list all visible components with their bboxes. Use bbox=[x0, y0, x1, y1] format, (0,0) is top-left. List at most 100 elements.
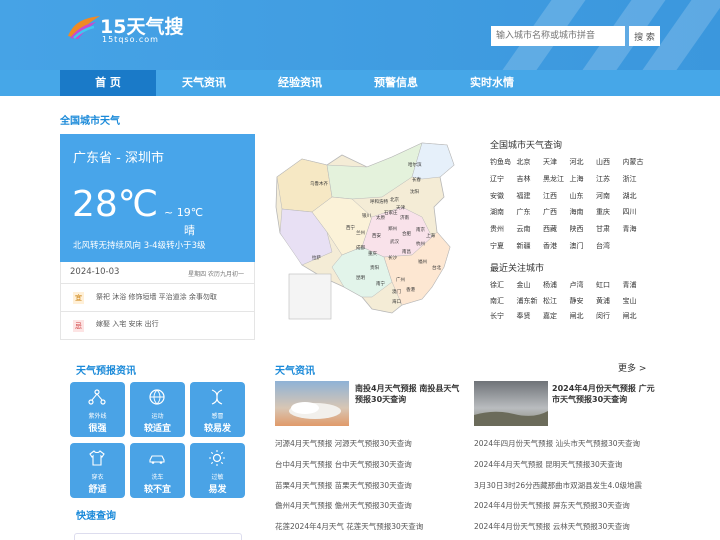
city-link[interactable]: 广东 bbox=[517, 207, 531, 217]
svg-text:太原: 太原 bbox=[376, 214, 385, 221]
city-link[interactable]: 江西 bbox=[543, 191, 557, 201]
city-link[interactable]: 香港 bbox=[543, 241, 557, 251]
city-link[interactable]: 重庆 bbox=[596, 207, 610, 217]
svg-text:上海: 上海 bbox=[426, 232, 435, 239]
quick-search-box[interactable] bbox=[74, 533, 242, 540]
recent-city-link[interactable]: 徐汇 bbox=[490, 280, 504, 290]
news-thumbnail-cloudy-landscape[interactable] bbox=[474, 381, 548, 426]
city-link[interactable]: 天津 bbox=[543, 157, 557, 167]
city-link[interactable]: 西藏 bbox=[543, 224, 557, 234]
news-link[interactable]: 2024年4月份天气预报 屏东天气预报30天查询 bbox=[474, 500, 630, 511]
recent-city-link[interactable]: 金山 bbox=[517, 280, 531, 290]
city-link[interactable]: 黑龙江 bbox=[543, 174, 564, 184]
city-link[interactable]: 吉林 bbox=[517, 174, 531, 184]
recent-city-link[interactable]: 长宁 bbox=[490, 311, 504, 321]
svg-text:重庆: 重庆 bbox=[368, 250, 377, 257]
city-link[interactable]: 青海 bbox=[623, 224, 637, 234]
featured-news-title[interactable]: 2024年4月份天气预报 广元市天气预报30天查询 bbox=[552, 383, 656, 405]
more-news-link[interactable]: 更多 > bbox=[618, 361, 646, 374]
city-link[interactable]: 山西 bbox=[596, 157, 610, 167]
svg-text:南宁: 南宁 bbox=[376, 280, 385, 287]
recent-city-link[interactable]: 奉贤 bbox=[517, 311, 531, 321]
news-link[interactable]: 2024年4月天气预报 昆明天气预报30天查询 bbox=[474, 459, 622, 470]
recent-city-link[interactable]: 闸北 bbox=[623, 311, 637, 321]
recent-city-link[interactable]: 闵行 bbox=[596, 311, 610, 321]
city-link[interactable]: 广西 bbox=[543, 207, 557, 217]
city-link[interactable]: 辽宁 bbox=[490, 174, 504, 184]
nav-weather-news[interactable]: 天气资讯 bbox=[156, 70, 252, 96]
index-tile-uv[interactable]: 紫外线 很强 bbox=[70, 382, 125, 437]
city-link[interactable]: 内蒙古 bbox=[623, 157, 644, 167]
site-logo[interactable]: 15天气搜 15tqso.com bbox=[66, 12, 226, 48]
city-link[interactable]: 河南 bbox=[596, 191, 610, 201]
search-input[interactable] bbox=[491, 26, 625, 46]
index-tile-allergy[interactable]: 过敏 易发 bbox=[190, 443, 245, 498]
city-link[interactable]: 甘肃 bbox=[596, 224, 610, 234]
nav-home[interactable]: 首 页 bbox=[60, 70, 156, 96]
recent-city-link[interactable]: 静安 bbox=[570, 296, 584, 306]
news-link[interactable]: 儋州4月天气预报 儋州天气预报30天查询 bbox=[275, 500, 412, 511]
car-icon bbox=[149, 455, 165, 464]
index-tile-clothing[interactable]: 穿衣 舒适 bbox=[70, 443, 125, 498]
city-link[interactable]: 河北 bbox=[570, 157, 584, 167]
recent-city-link[interactable]: 闸北 bbox=[570, 311, 584, 321]
nav-water-levels[interactable]: 实时水情 bbox=[444, 70, 540, 96]
featured-news-title[interactable]: 南投4月天气预报 南投县天气预报30天查询 bbox=[355, 383, 461, 405]
city-link[interactable]: 四川 bbox=[623, 207, 637, 217]
city-link[interactable]: 福建 bbox=[517, 191, 531, 201]
city-link[interactable]: 宁夏 bbox=[490, 241, 504, 251]
city-link[interactable]: 湖南 bbox=[490, 207, 504, 217]
city-link[interactable]: 上海 bbox=[570, 174, 584, 184]
nav-experience-news[interactable]: 经验资讯 bbox=[252, 70, 348, 96]
news-link[interactable]: 2024年4月份天气预报 云林天气预报30天查询 bbox=[474, 521, 630, 532]
city-link[interactable]: 云南 bbox=[517, 224, 531, 234]
city-link[interactable]: 浙江 bbox=[623, 174, 637, 184]
news-link[interactable]: 2024年四月份天气预报 汕头市天气预报30天查询 bbox=[474, 438, 640, 449]
index-tile-cold[interactable]: 感冒 较易发 bbox=[190, 382, 245, 437]
news-thumbnail-sunset-sky[interactable] bbox=[275, 381, 349, 426]
ji-badge: 忌 bbox=[73, 320, 84, 332]
ji-text: 嫁娶 入宅 安床 出行 bbox=[96, 320, 159, 328]
city-link[interactable]: 湖北 bbox=[623, 191, 637, 201]
recent-city-link[interactable]: 杨浦 bbox=[543, 280, 557, 290]
news-link[interactable]: 台中4月天气预报 台中天气预报30天查询 bbox=[275, 459, 412, 470]
index-level: 易发 bbox=[208, 485, 227, 495]
city-link[interactable]: 新疆 bbox=[517, 241, 531, 251]
city-link[interactable]: 江苏 bbox=[596, 174, 610, 184]
svg-text:长沙: 长沙 bbox=[388, 254, 397, 261]
city-link[interactable]: 澳门 bbox=[570, 241, 584, 251]
news-link[interactable]: 3月30日3时26分西藏那曲市双湖县发生4.0级地震 bbox=[474, 480, 642, 491]
index-tile-carwash[interactable]: 洗车 较不宜 bbox=[130, 443, 185, 498]
recent-city-link[interactable]: 宝山 bbox=[623, 296, 637, 306]
news-link[interactable]: 苗栗4月天气预报 苗栗天气预报30天查询 bbox=[275, 480, 412, 491]
news-link[interactable]: 花莲2024年4月天气 花莲天气预报30天查询 bbox=[275, 521, 423, 532]
city-link[interactable]: 台湾 bbox=[596, 241, 610, 251]
recent-city-link[interactable]: 虹口 bbox=[596, 280, 610, 290]
index-tile-sport[interactable]: 运动 较适宜 bbox=[130, 382, 185, 437]
city-query-title: 全国城市天气查询 bbox=[490, 141, 563, 151]
china-map[interactable]: 哈尔滨 长春 沈阳 北京 天津 呼和浩特 乌鲁木齐 石家庄 银川 太原 济南 西… bbox=[272, 137, 482, 323]
recent-city-link[interactable]: 卢湾 bbox=[570, 280, 584, 290]
city-link[interactable]: 海南 bbox=[570, 207, 584, 217]
city-link[interactable]: 钓鱼岛 bbox=[490, 157, 511, 167]
ball-icon bbox=[149, 389, 165, 405]
recent-city-link[interactable]: 青浦 bbox=[623, 280, 637, 290]
city-link[interactable]: 陕西 bbox=[570, 224, 584, 234]
recent-city-link[interactable]: 浦东新 bbox=[517, 296, 538, 306]
city-link[interactable]: 安徽 bbox=[490, 191, 504, 201]
current-weather-card[interactable]: 广东省 - 深圳市 28℃ ~ 19℃ 晴 北风转无持续风向 3-4级转小于3级 bbox=[60, 134, 255, 262]
city-link[interactable]: 北京 bbox=[517, 157, 531, 167]
recent-city-link[interactable]: 嘉定 bbox=[543, 311, 557, 321]
city-link[interactable]: 山东 bbox=[570, 191, 584, 201]
recent-city-link[interactable]: 黄浦 bbox=[596, 296, 610, 306]
recent-city-link[interactable]: 南汇 bbox=[490, 296, 504, 306]
search-button[interactable]: 搜 索 bbox=[629, 26, 660, 46]
china-map-graphic: 哈尔滨 长春 沈阳 北京 天津 呼和浩特 乌鲁木齐 石家庄 银川 太原 济南 西… bbox=[275, 142, 455, 320]
logo-domain: 15tqso.com bbox=[102, 35, 159, 44]
recent-city-link[interactable]: 松江 bbox=[543, 296, 557, 306]
nav-warnings[interactable]: 预警信息 bbox=[348, 70, 444, 96]
news-link[interactable]: 河源4月天气预报 河源天气预报30天查询 bbox=[275, 438, 412, 449]
current-temperature: 28℃ bbox=[72, 184, 159, 225]
city-link[interactable]: 贵州 bbox=[490, 224, 504, 234]
index-name: 过敏 bbox=[211, 474, 224, 481]
